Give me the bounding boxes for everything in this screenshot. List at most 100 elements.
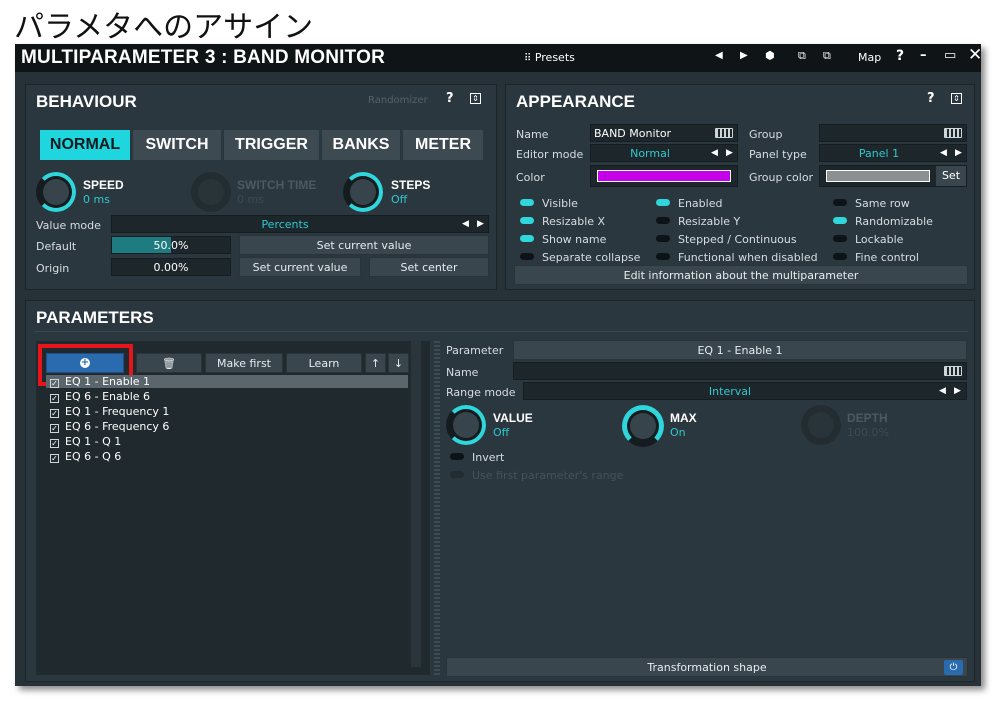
range-mode-prev-icon[interactable]: ◀: [939, 386, 946, 396]
set-current-value-button[interactable]: Set current value: [239, 235, 489, 255]
edit-info-button[interactable]: Edit information about the multiparamete…: [514, 265, 968, 285]
toggle-led: [520, 217, 534, 224]
panel-type-selector[interactable]: Panel 1 ◀ ▶: [819, 144, 967, 162]
group-label: Group: [749, 128, 783, 141]
range-mode-selector[interactable]: Interval ◀ ▶: [523, 382, 967, 400]
toggle-led: [656, 253, 670, 260]
value-mode-prev-icon[interactable]: ◀: [462, 219, 469, 229]
value-knob[interactable]: [446, 405, 486, 445]
help-button[interactable]: ?: [896, 48, 904, 64]
appearance-panel: APPEARANCE ? ⇕ Name BAND Monitor Group E…: [505, 84, 975, 290]
group-color-set-button[interactable]: Set: [936, 166, 966, 186]
param-name-input[interactable]: [513, 362, 967, 380]
list-item[interactable]: ✓ EQ 6 - Enable 6: [50, 390, 150, 403]
param-name-label: Name: [446, 366, 479, 379]
group-color-swatch: [826, 170, 930, 182]
mode-trigger-button[interactable]: TRIGGER: [224, 130, 319, 160]
delete-parameter-button[interactable]: 🗑: [136, 353, 202, 373]
param-keyboard-icon[interactable]: [944, 366, 962, 376]
collapse-icon[interactable]: ⇕: [470, 93, 481, 104]
keyboard-icon[interactable]: [715, 128, 733, 138]
panel-type-prev-icon[interactable]: ◀: [940, 148, 947, 158]
name-input[interactable]: BAND Monitor: [590, 124, 738, 142]
value-mode-value: Percents: [261, 218, 309, 231]
parameter-label: Parameter: [446, 344, 504, 357]
editor-mode-prev-icon[interactable]: ◀: [711, 148, 718, 158]
steps-knob[interactable]: [343, 172, 383, 212]
default-slider[interactable]: 50.0%: [111, 236, 231, 254]
presets-button[interactable]: ⠿ Presets: [524, 51, 575, 64]
copy-icon[interactable]: ⧉: [798, 49, 806, 63]
close-icon[interactable]: ✕: [968, 45, 982, 65]
editor-mode-next-icon[interactable]: ▶: [726, 148, 733, 158]
paste-icon[interactable]: ⧉: [823, 49, 831, 63]
group-color-label: Group color: [749, 171, 814, 184]
max-knob[interactable]: [622, 405, 664, 447]
list-item[interactable]: ✓ EQ 6 - Frequency 6: [50, 420, 169, 433]
speed-label: SPEED: [83, 178, 124, 192]
list-item[interactable]: ✓ EQ 6 - Q 6: [50, 450, 121, 463]
color-label: Color: [516, 171, 545, 184]
checkbox-icon[interactable]: ✓: [50, 424, 59, 433]
list-item[interactable]: ✓ EQ 1 - Enable 1: [50, 375, 150, 388]
checkbox-icon[interactable]: ✓: [50, 409, 59, 418]
value-mode-selector[interactable]: Percents ◀ ▶: [111, 215, 489, 233]
origin-set-current-value-button[interactable]: Set current value: [239, 257, 361, 277]
group-input[interactable]: [819, 124, 967, 142]
splitter-handle[interactable]: [434, 341, 440, 675]
checkbox-icon[interactable]: ✓: [50, 379, 59, 388]
multiparameter-window: MULTIPARAMETER 3 : BAND MONITOR ⠿ Preset…: [15, 44, 982, 686]
make-first-button[interactable]: Make first: [205, 353, 283, 373]
switch-time-label: SWITCH TIME: [237, 178, 317, 192]
panel-type-next-icon[interactable]: ▶: [955, 148, 962, 158]
range-mode-next-icon[interactable]: ▶: [954, 386, 961, 396]
group-color-picker[interactable]: Set: [819, 165, 967, 187]
random-dice-icon[interactable]: ⬢: [765, 49, 775, 62]
appearance-help-button[interactable]: ?: [927, 91, 935, 106]
map-button[interactable]: Map: [858, 51, 881, 64]
maximize-icon[interactable]: ▭: [944, 48, 956, 63]
depth-knob-label: DEPTH: [847, 411, 888, 425]
mode-normal-button[interactable]: NORMAL: [40, 130, 130, 160]
mode-banks-button[interactable]: BANKS: [322, 130, 400, 160]
editor-mode-selector[interactable]: Normal ◀ ▶: [590, 144, 738, 162]
toggle-led: [450, 471, 464, 478]
toggle-led: [656, 217, 670, 224]
parameter-selector[interactable]: EQ 1 - Enable 1: [513, 340, 967, 360]
toggle-led: [833, 253, 847, 260]
value-mode-label: Value mode: [36, 219, 101, 232]
behaviour-title: BEHAVIOUR: [36, 92, 137, 111]
origin-slider[interactable]: 0.00%: [111, 258, 231, 276]
prev-preset-arrow-icon[interactable]: ◀: [715, 50, 723, 61]
power-icon[interactable]: ⏻: [944, 660, 963, 675]
move-up-icon[interactable]: ↑: [365, 353, 386, 373]
list-item[interactable]: ✓ EQ 1 - Q 1: [50, 435, 121, 448]
checkbox-icon[interactable]: ✓: [50, 394, 59, 403]
panel-type-label: Panel type: [749, 148, 807, 161]
behaviour-help-button[interactable]: ?: [446, 91, 454, 106]
set-center-button[interactable]: Set center: [369, 257, 489, 277]
group-keyboard-icon[interactable]: [944, 128, 962, 138]
checkbox-icon[interactable]: ✓: [50, 439, 59, 448]
list-item[interactable]: ✓ EQ 1 - Frequency 1: [50, 405, 169, 418]
switch-time-knob: [191, 172, 231, 212]
transformation-shape-button[interactable]: Transformation shape: [446, 657, 968, 677]
value-mode-next-icon[interactable]: ▶: [477, 219, 484, 229]
learn-button[interactable]: Learn: [286, 353, 362, 373]
minimize-icon[interactable]: –: [920, 48, 927, 63]
value-knob-label: VALUE: [493, 411, 533, 425]
mode-meter-button[interactable]: METER: [403, 130, 483, 160]
checkbox-icon[interactable]: ✓: [50, 454, 59, 463]
speed-knob[interactable]: [36, 172, 76, 212]
next-preset-arrow-icon[interactable]: ▶: [740, 50, 748, 61]
move-down-icon[interactable]: ↓: [388, 353, 409, 373]
default-label: Default: [36, 240, 77, 253]
mode-switch-button[interactable]: SWITCH: [133, 130, 221, 160]
list-scrollbar[interactable]: [411, 341, 421, 667]
window-title: MULTIPARAMETER 3 : BAND MONITOR: [21, 47, 386, 68]
divider: [34, 331, 968, 332]
max-knob-value: On: [670, 426, 686, 439]
appearance-collapse-icon[interactable]: ⇕: [951, 93, 962, 104]
max-knob-label: MAX: [670, 411, 697, 425]
color-picker[interactable]: [590, 165, 738, 187]
